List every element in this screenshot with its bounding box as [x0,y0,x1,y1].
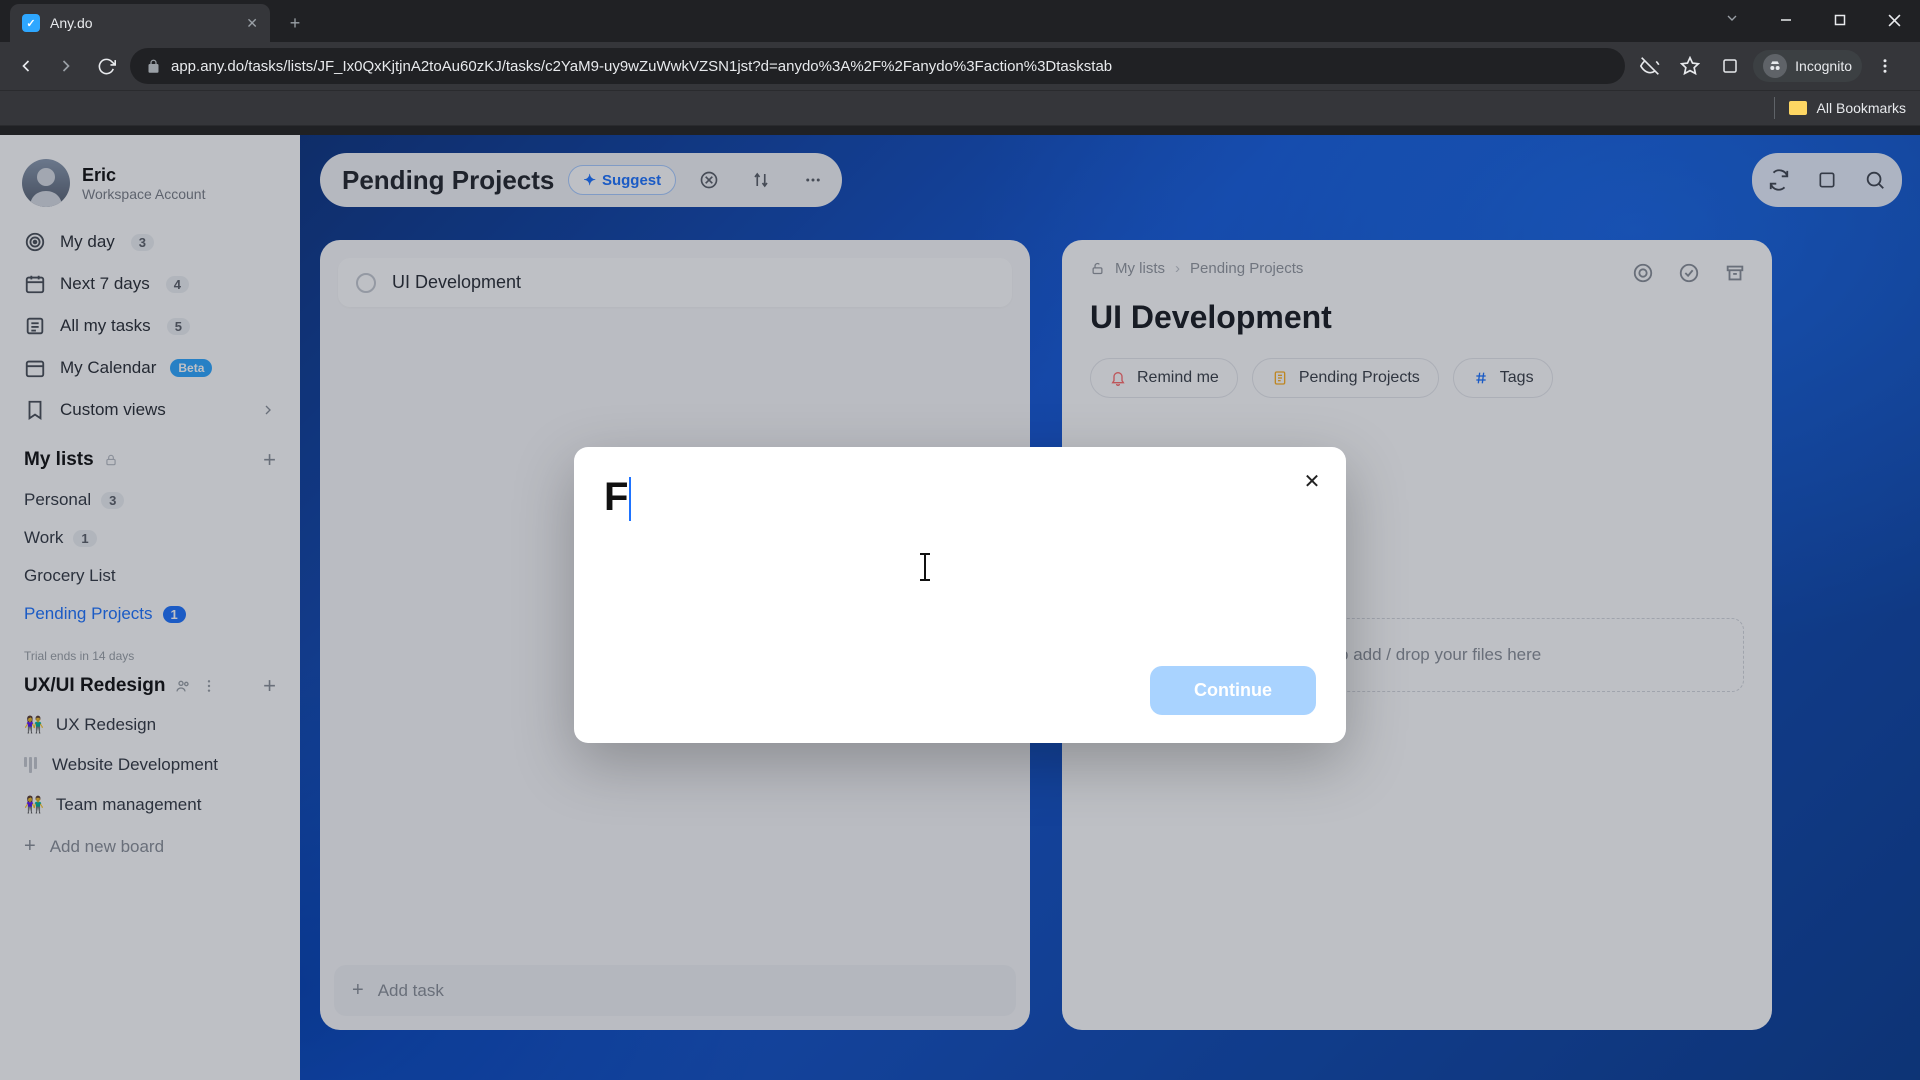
window-controls [1768,6,1912,34]
extensions-icon[interactable] [1713,49,1747,83]
toolbar-right: Incognito [1633,49,1910,83]
anydo-favicon: ✓ [22,14,40,32]
incognito-label: Incognito [1795,58,1852,74]
app-root: Eric Workspace Account My day 3 Next 7 d… [0,135,1920,1080]
tab-bar: ✓ Any.do ✕ + [0,0,1920,42]
modal-title-input[interactable]: F [602,441,633,529]
close-window-icon[interactable] [1876,6,1912,34]
text-cursor [629,477,631,521]
all-bookmarks-link[interactable]: All Bookmarks [1817,100,1906,116]
reload-button[interactable] [90,50,122,82]
lock-icon [146,59,161,74]
app-viewport: Eric Workspace Account My day 3 Next 7 d… [0,135,1920,1080]
close-tab-icon[interactable]: ✕ [246,15,258,32]
eye-off-icon[interactable] [1633,49,1667,83]
back-button[interactable] [10,50,42,82]
bookmarks-bar: All Bookmarks [0,90,1920,126]
continue-label: Continue [1194,680,1272,700]
maximize-icon[interactable] [1822,6,1858,34]
forward-button[interactable] [50,50,82,82]
bookmarks-folder-icon [1789,101,1807,115]
subtask-modal: ✕ F Continue [574,447,1346,743]
text-caret-icon [924,555,926,579]
browser-tab[interactable]: ✓ Any.do ✕ [10,4,270,42]
continue-button[interactable]: Continue [1150,666,1316,715]
browser-chrome: ✓ Any.do ✕ + app.any.do/tasks/lists/JF_I… [0,0,1920,135]
incognito-icon [1763,54,1787,78]
incognito-indicator[interactable]: Incognito [1753,50,1862,82]
minimize-icon[interactable] [1768,6,1804,34]
tabs-dropdown-icon[interactable] [1724,10,1740,26]
tab-title: Any.do [50,15,93,31]
address-bar[interactable]: app.any.do/tasks/lists/JF_Ix0QxKjtjnA2to… [130,48,1625,84]
star-icon[interactable] [1673,49,1707,83]
nav-bar: app.any.do/tasks/lists/JF_Ix0QxKjtjnA2to… [0,42,1920,90]
bookmarks-divider [1774,97,1775,119]
browser-menu-icon[interactable] [1868,49,1902,83]
new-tab-button[interactable]: + [280,8,310,38]
url-text: app.any.do/tasks/lists/JF_Ix0QxKjtjnA2to… [171,58,1112,75]
